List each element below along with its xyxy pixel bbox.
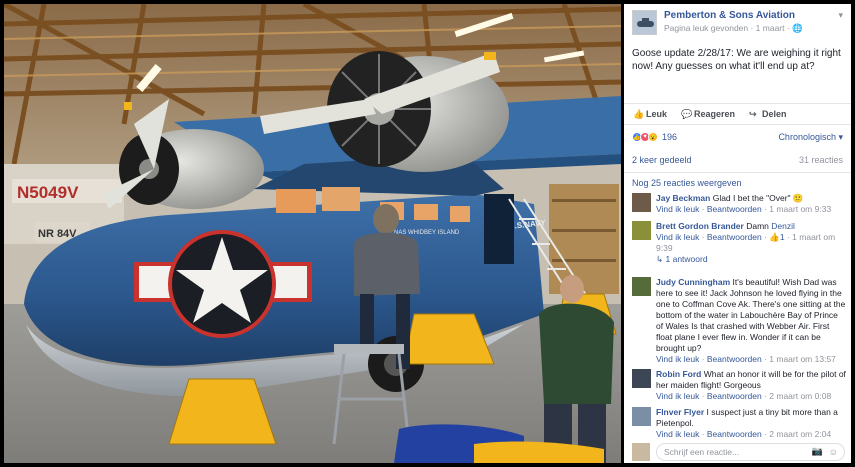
comment-reply-link[interactable]: Beantwoorden — [707, 391, 762, 401]
post-text: Goose update 2/28/17: We are weighing it… — [632, 48, 841, 72]
thumbs-up-icon: 👍 — [769, 232, 780, 242]
comments-total: 31 reacties — [798, 155, 843, 165]
commenter-avatar[interactable] — [632, 369, 651, 388]
comment-reply-link[interactable]: Beantwoorden — [707, 429, 762, 439]
comment-like-link[interactable]: Vind ik leuk — [656, 232, 699, 242]
comment-time: 1 maart om 9:33 — [769, 204, 832, 214]
post-actions: 👍 Leuk 💬 Reageren ↪ Delen — [624, 103, 851, 125]
view-more-comments-link[interactable]: Nog 25 reacties weergeven — [632, 178, 742, 188]
replies-label: 1 antwoord — [665, 254, 708, 264]
divider — [624, 172, 851, 173]
comment-icon: 💬 — [681, 108, 693, 119]
comment-like-link[interactable]: Vind ik leuk — [656, 204, 699, 214]
share-icon: ↪ — [749, 108, 757, 119]
comment-input-placeholder: Schrijf een reactie... — [664, 446, 740, 457]
comment-input[interactable]: Schrijf een reactie... 📷 ☺ — [656, 442, 845, 461]
page-name-link[interactable]: Pemberton & Sons Aviation — [664, 10, 834, 22]
commenter-name[interactable]: Robin Ford — [656, 369, 701, 379]
comment-item: Judy Cunningham It's beautiful! Wish Dad… — [632, 277, 847, 365]
commenter-avatar[interactable] — [632, 277, 651, 296]
comment-like-link[interactable]: Vind ik leuk — [656, 429, 699, 439]
comment-time: 2 maart om 2:04 — [769, 429, 832, 439]
comment-composer: Schrijf een reactie... 📷 ☺ — [624, 440, 851, 463]
like-button[interactable]: 👍 Leuk — [633, 109, 667, 119]
reactions-row: 👍 ♥ 😮 196 Chronologisch ▾ — [624, 128, 851, 146]
camera-icon[interactable]: 📷 — [812, 446, 823, 457]
comment-time: 2 maart om 0:08 — [769, 391, 832, 401]
like-label: Leuk — [646, 109, 668, 119]
commenter-avatar[interactable] — [632, 221, 651, 240]
mention-link[interactable]: Denzil — [771, 221, 795, 231]
share-row: 2 keer gedeeld 31 reacties — [624, 153, 851, 167]
chevron-down-icon[interactable]: ▾ — [838, 10, 843, 21]
commenter-name[interactable]: Brett Gordon Brander — [656, 221, 744, 231]
comment-text: It's beautiful! Wish Dad was here to see… — [656, 277, 846, 353]
registration-sign: N5049V — [17, 183, 79, 202]
globe-icon: 🌐 — [792, 23, 803, 33]
post-photo[interactable]: N5049V NR 84V NAS WHIDBEY ISLAND U.S.NAV… — [4, 4, 621, 463]
page-avatar[interactable] — [632, 10, 657, 35]
shares-link[interactable]: 2 keer gedeeld — [632, 155, 692, 165]
reply-arrow-icon: ↳ — [656, 254, 664, 264]
wow-reaction-icon: 😮 — [648, 132, 658, 142]
commenter-name[interactable]: Judy Cunningham — [656, 277, 730, 287]
comment-text: Damn — [743, 221, 772, 231]
nose-sign: NR 84V — [38, 228, 77, 240]
comment-like-link[interactable]: Vind ik leuk — [656, 354, 699, 364]
commenter-name[interactable]: Flnver Flyer — [656, 407, 704, 417]
comment-reply-link[interactable]: Beantwoorden — [707, 204, 762, 214]
comment-item: Jay Beckman Glad I bet the "Over" 🙂 Vind… — [632, 193, 847, 215]
post-header: Pemberton & Sons Aviation Pagina leuk ge… — [624, 4, 851, 35]
comment-time: 1 maart om 13:57 — [769, 354, 836, 364]
reaction-count[interactable]: 196 — [662, 132, 677, 142]
comment-text: Glad I bet the "Over" 🙂 — [710, 193, 804, 203]
emoji-icon[interactable]: ☺ — [829, 447, 838, 457]
user-avatar — [632, 442, 650, 461]
view-replies-link[interactable]: ↳ 1 antwoord — [656, 254, 847, 265]
share-label: Delen — [762, 109, 787, 119]
post-meta: Pagina leuk gevonden · 1 maart · — [664, 23, 793, 33]
commenter-avatar[interactable] — [632, 193, 651, 212]
post-panel: Pemberton & Sons Aviation Pagina leuk ge… — [624, 4, 851, 463]
comment-sort-dropdown[interactable]: Chronologisch ▾ — [778, 132, 843, 143]
comment-item: Flnver Flyer I suspect just a tiny bit m… — [632, 407, 847, 440]
thumbs-up-icon: 👍 — [633, 108, 645, 119]
comment-item: Robin Ford What an honor it will be for … — [632, 369, 847, 402]
commenter-avatar[interactable] — [632, 407, 651, 426]
comment-button[interactable]: 💬 Reageren — [681, 109, 735, 119]
comment-like-link[interactable]: Vind ik leuk — [656, 391, 699, 401]
share-button[interactable]: ↪ Delen — [749, 109, 787, 119]
hangar-scene: N5049V NR 84V NAS WHIDBEY ISLAND U.S.NAV… — [4, 4, 621, 463]
comment-reply-link[interactable]: Beantwoorden — [707, 354, 762, 364]
comment-item: Brett Gordon Brander Damn Denzil Vind ik… — [632, 221, 847, 265]
comment-reply-link[interactable]: Beantwoorden — [707, 232, 762, 242]
comment-label: Reageren — [694, 109, 736, 119]
comment-like-count[interactable]: 1 — [780, 232, 785, 242]
commenter-name[interactable]: Jay Beckman — [656, 193, 710, 203]
